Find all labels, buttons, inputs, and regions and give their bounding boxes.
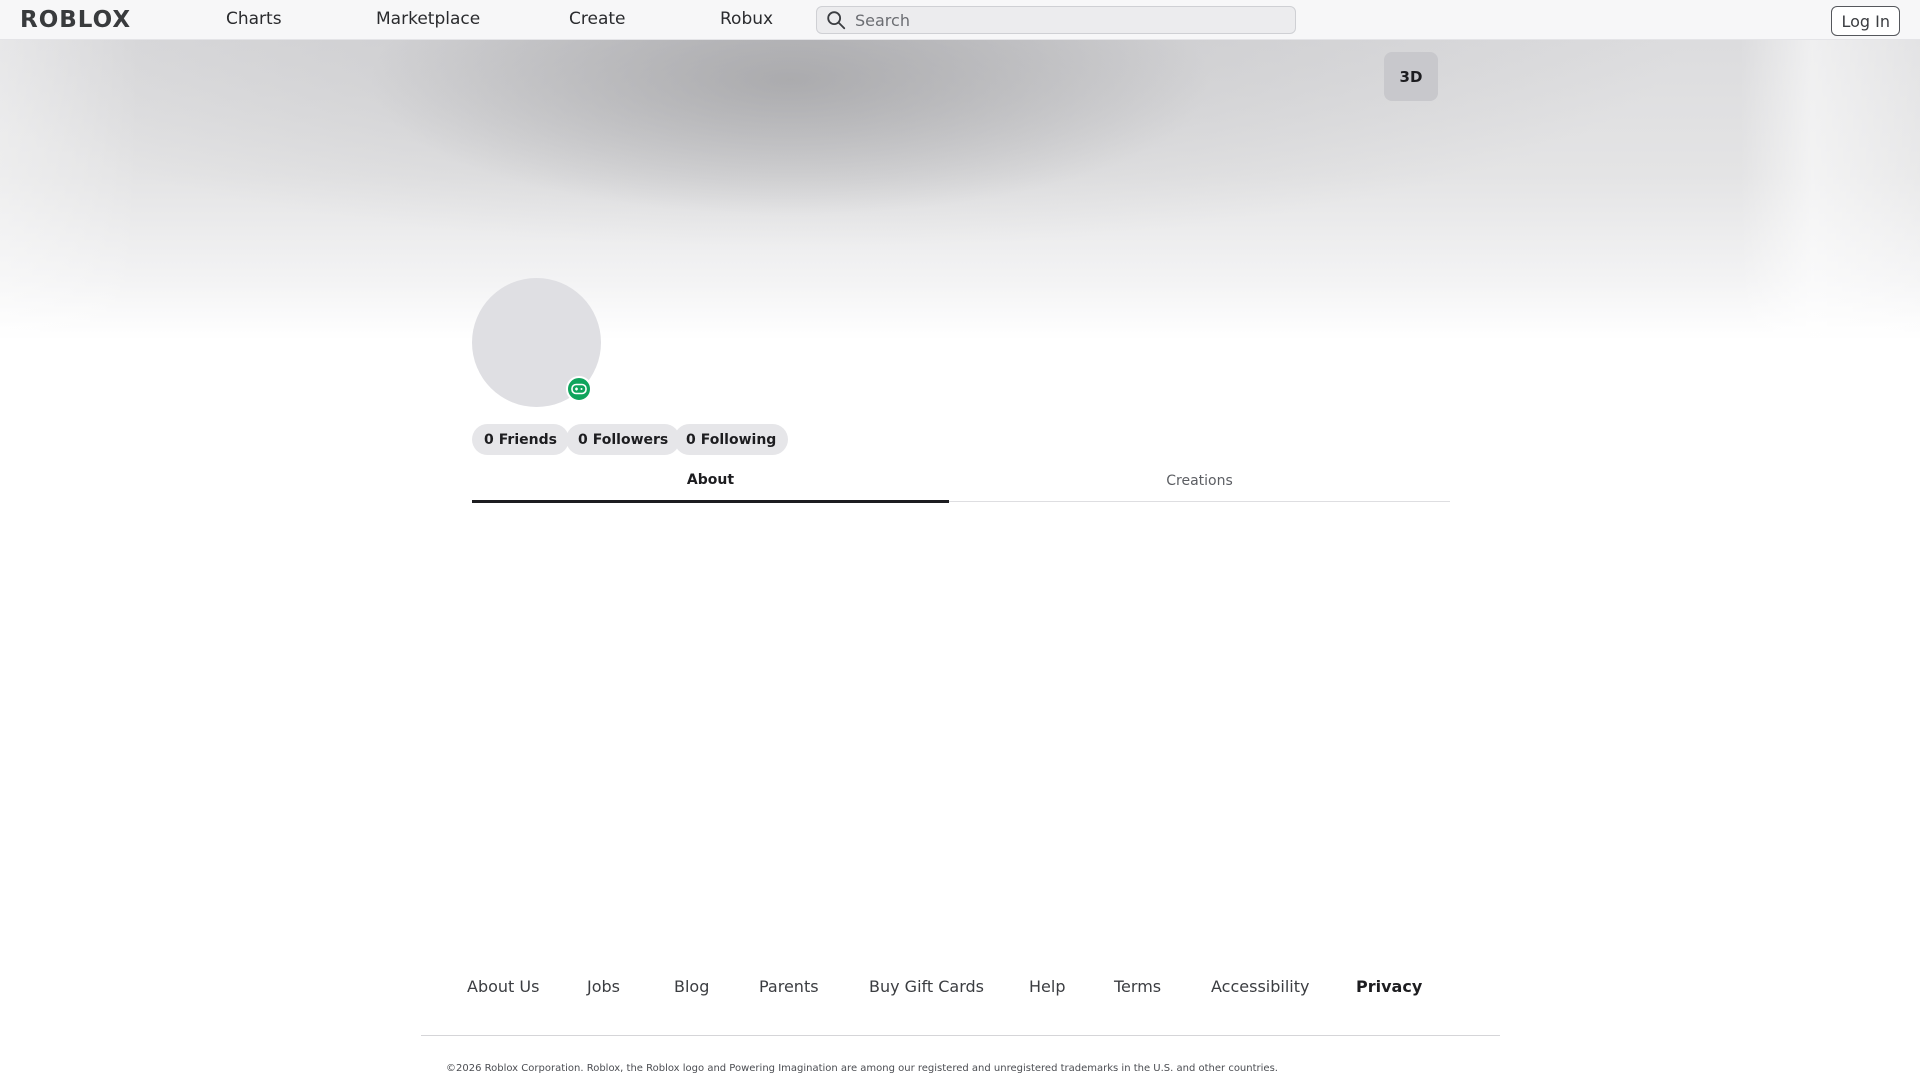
nav-create[interactable]: Create	[569, 9, 626, 29]
tab-creations[interactable]: Creations	[949, 460, 1450, 502]
roblox-logo[interactable]: ROBLOX	[20, 7, 132, 33]
following-count-button[interactable]: 0 Following	[674, 424, 789, 455]
followers-label: Followers	[592, 431, 669, 448]
banner-left-fade	[0, 40, 140, 340]
nav-marketplace[interactable]: Marketplace	[376, 9, 480, 29]
nav-robux[interactable]: Robux	[720, 9, 773, 29]
tab-about[interactable]: About	[472, 460, 949, 503]
footer-link-about-us[interactable]: About Us	[467, 977, 539, 996]
footer-link-buy-gift-cards[interactable]: Buy Gift Cards	[869, 977, 984, 996]
search-box[interactable]	[816, 6, 1296, 34]
friends-label: Friends	[498, 431, 557, 448]
profile-tabs: About Creations	[472, 460, 1450, 503]
gamepad-icon	[571, 383, 587, 395]
profile-banner	[0, 40, 1920, 340]
copyright-text: ©2026 Roblox Corporation. Roblox, the Ro…	[446, 1063, 1278, 1074]
following-count: 0	[686, 431, 696, 448]
footer-divider	[421, 1035, 1500, 1036]
followers-count: 0	[578, 431, 588, 448]
footer-link-accessibility[interactable]: Accessibility	[1211, 977, 1309, 996]
login-button[interactable]: Log In	[1831, 6, 1900, 36]
friends-count-button[interactable]: 0 Friends	[472, 424, 569, 455]
top-navigation-bar: ROBLOX Charts Marketplace Create Robux L…	[0, 0, 1920, 40]
footer-link-jobs[interactable]: Jobs	[587, 977, 620, 996]
search-input[interactable]	[855, 8, 1285, 32]
avatar-3d-toggle-button[interactable]: 3D	[1384, 52, 1438, 101]
nav-charts[interactable]: Charts	[226, 9, 282, 29]
online-status-badge	[566, 376, 592, 402]
search-icon	[827, 11, 846, 30]
followers-count-button[interactable]: 0 Followers	[566, 424, 681, 455]
footer-link-blog[interactable]: Blog	[674, 977, 709, 996]
footer-link-help[interactable]: Help	[1029, 977, 1065, 996]
friends-count: 0	[484, 431, 494, 448]
footer-link-privacy[interactable]: Privacy	[1356, 977, 1422, 996]
logo-text: ROBLOX	[20, 7, 132, 33]
footer-link-parents[interactable]: Parents	[759, 977, 819, 996]
following-label: Following	[700, 431, 777, 448]
footer-link-terms[interactable]: Terms	[1114, 977, 1161, 996]
banner-right-fade	[1740, 40, 1920, 340]
